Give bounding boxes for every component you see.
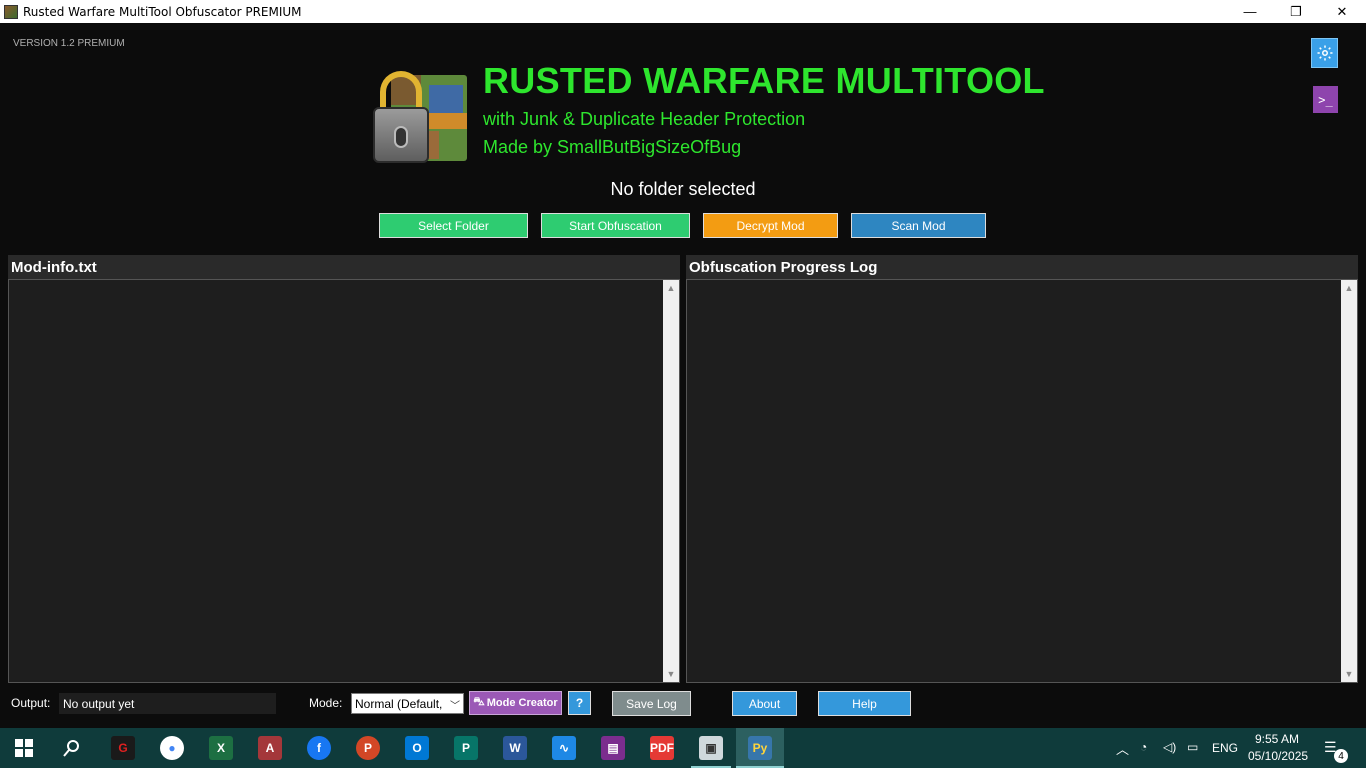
facebook-icon[interactable]: f <box>307 736 331 760</box>
window-titlebar: Rusted Warfare MultiTool Obfuscator PREM… <box>0 0 1366 23</box>
start-obfuscation-button[interactable]: Start Obfuscation <box>541 213 690 238</box>
scroll-down-icon[interactable]: ▼ <box>663 666 679 682</box>
mod-info-textarea[interactable]: ▲ ▼ <box>8 279 680 683</box>
outlook-icon[interactable]: O <box>405 736 429 760</box>
about-button[interactable]: About <box>732 691 797 716</box>
scroll-up-icon[interactable]: ▲ <box>663 280 679 296</box>
pdf-icon[interactable]: PDF <box>650 736 674 760</box>
folder-status: No folder selected <box>610 179 756 199</box>
progress-log-header: Obfuscation Progress Log <box>686 255 1358 279</box>
search-icon[interactable] <box>60 736 84 760</box>
language-indicator[interactable]: ENG <box>1212 741 1238 755</box>
decrypt-mod-button[interactable]: Decrypt Mod <box>703 213 838 238</box>
powerpoint-icon[interactable]: P <box>356 736 380 760</box>
progress-log-scrollbar[interactable]: ▲ ▼ <box>1341 280 1357 682</box>
version-label: VERSION 1.2 PREMIUM <box>13 38 125 49</box>
scan-mod-button[interactable]: Scan Mod <box>851 213 986 238</box>
mod-info-scrollbar[interactable]: ▲ ▼ <box>663 280 679 682</box>
windows-start-icon[interactable] <box>12 736 36 760</box>
settings-button[interactable] <box>1311 38 1338 68</box>
taskbar: G ● X A f P O P W ∿ ▤ PDF ▣ Py ︿ ◔ ◁) ▭ … <box>0 728 1366 768</box>
app-author: Made by SmallButBigSizeOfBug <box>483 137 742 157</box>
terminal-button[interactable]: >_ <box>1313 86 1338 113</box>
window-title: Rusted Warfare MultiTool Obfuscator PREM… <box>23 4 302 19</box>
battery-icon[interactable]: ▭ <box>1187 740 1198 754</box>
scroll-up-icon[interactable]: ▲ <box>1341 280 1357 296</box>
close-button[interactable]: ✕ <box>1319 0 1365 23</box>
select-folder-button[interactable]: Select Folder <box>379 213 528 238</box>
garena-icon[interactable]: G <box>111 736 135 760</box>
analytics-icon[interactable]: ∿ <box>552 736 576 760</box>
clock-time[interactable]: 9:55 AM <box>1255 732 1299 746</box>
word-icon[interactable]: W <box>503 736 527 760</box>
app-logo <box>371 71 468 163</box>
mode-creator-label: Mode Creator <box>486 697 558 709</box>
mode-select[interactable]: Normal (Default, ﹀ <box>351 693 464 714</box>
app-window: VERSION 1.2 PREMIUM >_ RUSTED WARFARE MU… <box>0 23 1366 728</box>
mode-select-value: Normal (Default, <box>355 696 443 711</box>
winrar-icon[interactable]: ▤ <box>601 736 625 760</box>
access-icon[interactable]: A <box>258 736 282 760</box>
mode-label: Mode: <box>309 696 343 710</box>
wifi-icon[interactable]: ◔ <box>1140 740 1147 754</box>
notification-count-badge: 4 <box>1334 749 1348 763</box>
terminal-icon: >_ <box>1318 92 1333 107</box>
scroll-down-icon[interactable]: ▼ <box>1341 666 1357 682</box>
mode-creator-button[interactable]: ⛍ Mode Creator <box>469 691 562 715</box>
save-log-button[interactable]: Save Log <box>612 691 691 716</box>
app-icon <box>4 4 18 19</box>
chevron-down-icon: ﹀ <box>450 701 460 712</box>
chevron-up-icon[interactable]: ︿ <box>1116 739 1129 758</box>
progress-log-textarea[interactable]: ▲ ▼ <box>686 279 1358 683</box>
mode-help-button[interactable]: ? <box>568 691 591 715</box>
car-icon: ⛍ <box>473 696 485 708</box>
gear-icon <box>1317 45 1332 61</box>
excel-icon[interactable]: X <box>209 736 233 760</box>
app-title: RUSTED WARFARE MULTITOOL <box>483 60 1045 101</box>
volume-icon[interactable]: ◁) <box>1163 740 1176 754</box>
chrome-icon[interactable]: ● <box>160 736 184 760</box>
publisher-icon[interactable]: P <box>454 736 478 760</box>
python-icon[interactable]: Py <box>748 736 772 760</box>
clock-date[interactable]: 05/10/2025 <box>1248 749 1308 763</box>
output-field[interactable]: No output yet <box>59 693 276 714</box>
explorer-app-icon[interactable]: ▣ <box>699 736 723 760</box>
app-subtitle: with Junk & Duplicate Header Protection <box>483 109 806 129</box>
maximize-button[interactable]: ❐ <box>1273 0 1319 23</box>
help-button[interactable]: Help <box>818 691 911 716</box>
mod-info-header: Mod-info.txt <box>8 255 680 279</box>
output-label: Output: <box>11 696 51 710</box>
minimize-button[interactable]: — <box>1227 0 1273 23</box>
